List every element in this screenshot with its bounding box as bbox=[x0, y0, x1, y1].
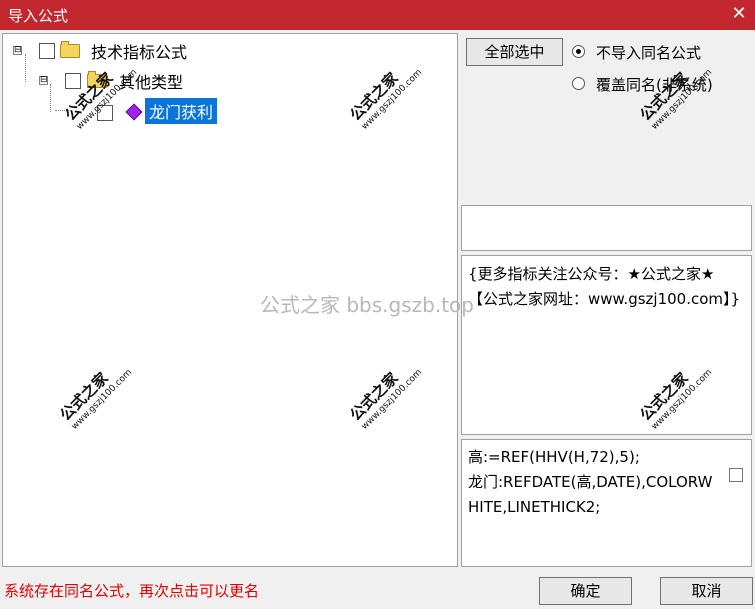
formula-checkbox[interactable] bbox=[97, 105, 113, 121]
radio-overwrite[interactable]: 覆盖同名(非系统) bbox=[572, 74, 742, 94]
tree-item-label: 技术指标公式 bbox=[91, 43, 188, 62]
tree-item-formula[interactable]: 龙门获利 bbox=[3, 97, 459, 124]
radio-unselected-icon[interactable] bbox=[572, 77, 585, 90]
formula-description-box: {更多指标关注公众号：★公式之家★ 【公式之家网址：www.gszj100.co… bbox=[461, 255, 752, 435]
watermark-text: 公式之家 bbs.gszb.top bbox=[260, 293, 474, 317]
collapse-icon[interactable]: ⊟ bbox=[13, 46, 22, 55]
close-icon[interactable]: ✕ bbox=[729, 4, 749, 24]
radio-no-import[interactable]: 不导入同名公式 bbox=[572, 42, 742, 62]
status-message: 系统存在同名公式，再次点击可以更名 bbox=[4, 582, 260, 600]
formula-description: {更多指标关注公众号：★公式之家★ 【公式之家网址：www.gszj100.co… bbox=[468, 265, 741, 308]
formula-icon bbox=[125, 103, 143, 121]
ok-button[interactable]: 确定 bbox=[539, 577, 632, 605]
collapse-icon[interactable]: ⊟ bbox=[39, 76, 48, 85]
tree-item-label: 其他类型 bbox=[119, 73, 184, 92]
title-bar: 导入公式 ✕ bbox=[0, 0, 755, 30]
radio-selected-icon[interactable] bbox=[572, 45, 585, 58]
folder-icon bbox=[87, 71, 107, 88]
root-checkbox[interactable] bbox=[39, 43, 55, 59]
window-title: 导入公式 bbox=[8, 7, 69, 25]
tree-item-root[interactable]: ⊟ 技术指标公式 bbox=[3, 39, 459, 62]
formula-code: 高:=REF(HHV(H,72),5); 龙门:REFDATE(高,DATE),… bbox=[468, 448, 713, 516]
tree-item-category[interactable]: ⊟ 其他类型 bbox=[3, 69, 459, 92]
select-all-button[interactable]: 全部选中 bbox=[466, 38, 563, 66]
cancel-button[interactable]: 取消 bbox=[660, 577, 753, 605]
formula-code-box: 高:=REF(HHV(H,72),5); 龙门:REFDATE(高,DATE),… bbox=[461, 439, 752, 567]
radio-label: 覆盖同名(非系统) bbox=[596, 76, 713, 94]
code-checkbox[interactable] bbox=[729, 468, 743, 482]
formula-name-box bbox=[461, 205, 752, 251]
tree-item-label-selected[interactable]: 龙门获利 bbox=[145, 98, 218, 124]
folder-icon bbox=[60, 41, 80, 58]
radio-label: 不导入同名公式 bbox=[596, 44, 702, 62]
category-checkbox[interactable] bbox=[65, 73, 81, 89]
